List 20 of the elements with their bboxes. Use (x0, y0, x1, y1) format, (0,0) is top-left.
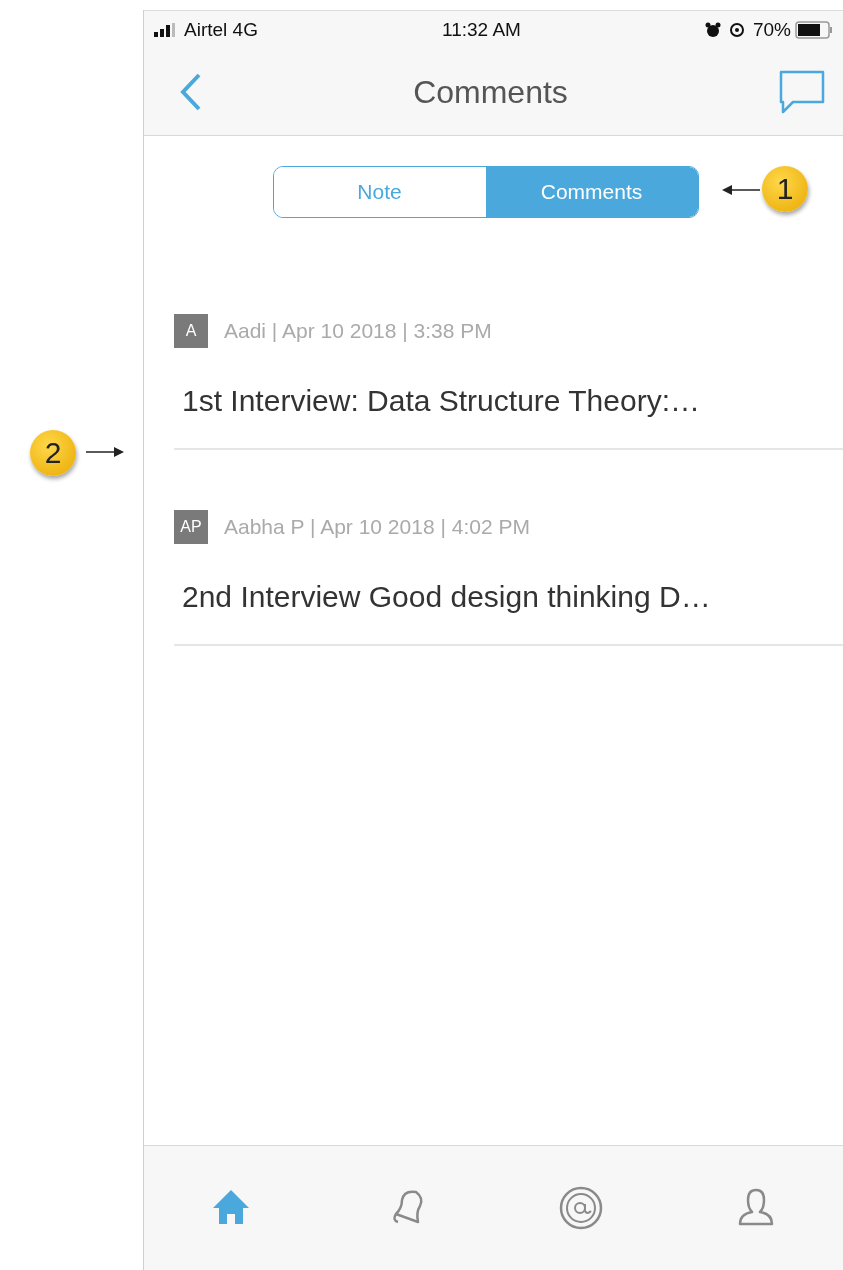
callout-number: 2 (30, 430, 76, 476)
avatar-initials: A (174, 314, 208, 348)
arrow-icon (86, 446, 124, 458)
rotation-lock-icon (729, 22, 745, 38)
alarm-icon (705, 22, 721, 38)
comment-meta: Aabha P | Apr 10 2018 | 4:02 PM (224, 515, 530, 539)
comment-text[interactable]: 2nd Interview Good design thinking D… (174, 580, 843, 614)
clock-time: 11:32 AM (442, 19, 521, 41)
page-title: Comments (413, 73, 568, 111)
signal-icon (154, 23, 178, 37)
comment-text[interactable]: 1st Interview: Data Structure Theory:… (174, 384, 843, 418)
chat-bubble-icon[interactable] (779, 70, 825, 114)
avatar-initials: AP (174, 510, 208, 544)
arrow-icon (722, 184, 760, 196)
callout-number: 1 (762, 166, 808, 212)
carrier-label: Airtel 4G (184, 19, 258, 41)
battery-icon (795, 21, 833, 39)
battery-percent: 70% (753, 19, 791, 41)
comment-meta: Aadi | Apr 10 2018 | 3:38 PM (224, 319, 492, 343)
back-icon[interactable] (180, 73, 202, 111)
